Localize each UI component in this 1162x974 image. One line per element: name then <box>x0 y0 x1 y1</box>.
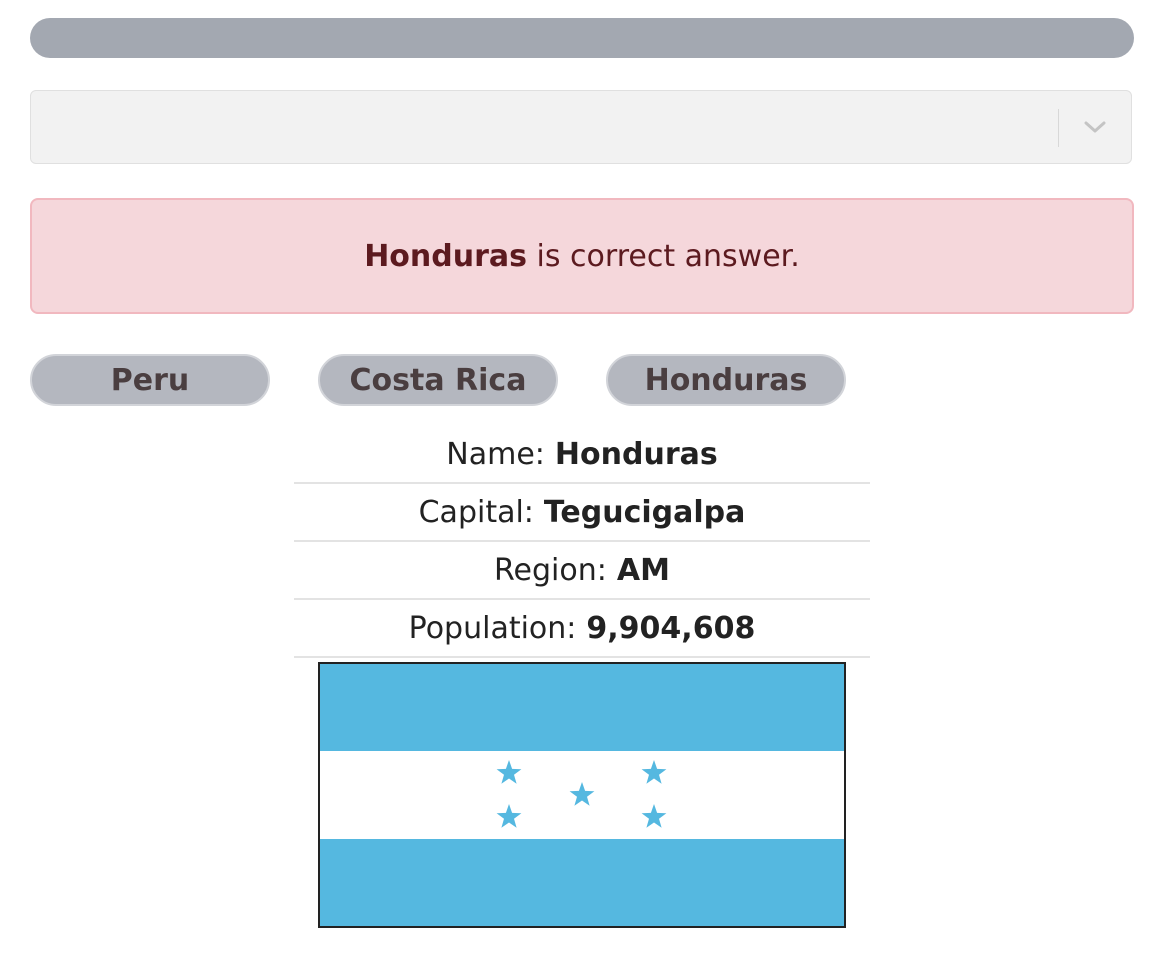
result-alert: Honduras is correct answer. <box>30 198 1134 314</box>
population-value: 9,904,608 <box>586 610 756 646</box>
alert-message: is correct answer. <box>527 238 800 274</box>
country-flag <box>318 662 846 928</box>
country-info-table: Name: Honduras Capital: Tegucigalpa Regi… <box>294 426 870 658</box>
alert-answer: Honduras <box>364 238 528 274</box>
answer-button-honduras[interactable]: Honduras <box>606 354 846 406</box>
population-label: Population: <box>408 610 577 646</box>
region-label: Region: <box>494 552 607 588</box>
country-select[interactable] <box>30 90 1132 164</box>
info-row-population: Population: 9,904,608 <box>294 600 870 658</box>
answer-button-peru[interactable]: Peru <box>30 354 270 406</box>
name-value: Honduras <box>554 436 718 472</box>
chevron-down-icon[interactable] <box>1083 117 1107 137</box>
capital-label: Capital: <box>418 494 534 530</box>
capital-value: Tegucigalpa <box>543 494 746 530</box>
select-separator <box>1058 109 1059 147</box>
answer-button-costa-rica[interactable]: Costa Rica <box>318 354 558 406</box>
info-row-region: Region: AM <box>294 542 870 600</box>
flag-top-stripe <box>320 664 844 751</box>
region-value: AM <box>616 552 670 588</box>
flag-bottom-stripe <box>320 839 844 926</box>
progress-bar <box>30 18 1134 58</box>
info-row-name: Name: Honduras <box>294 426 870 484</box>
info-row-capital: Capital: Tegucigalpa <box>294 484 870 542</box>
honduras-flag-image <box>320 664 844 926</box>
name-label: Name: <box>446 436 545 472</box>
